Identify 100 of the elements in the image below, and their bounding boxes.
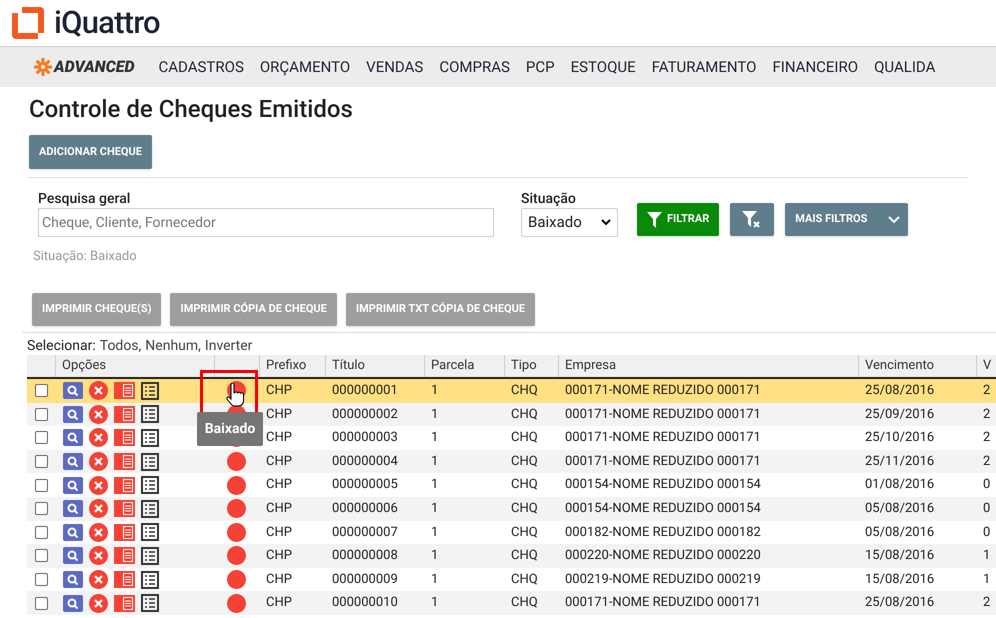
table-cell: CHQ [511, 477, 538, 492]
row-checkbox[interactable] [34, 408, 48, 421]
table-row[interactable]: CHP 000000008 1 CHQ 000220-NOME REDUZIDO 000220 15/08/2016 1 [27, 544, 996, 568]
select-link[interactable]: Inverter [204, 337, 252, 355]
add-check-button[interactable]: ADICIONAR CHEQUE [29, 135, 152, 169]
search-icon[interactable] [63, 429, 83, 446]
table-cell: 000000010 [332, 595, 398, 610]
gear-icon [34, 58, 52, 76]
table-cell: CHP [266, 524, 292, 540]
table-cell: 25/08/2016 [865, 383, 934, 398]
search-icon[interactable] [63, 524, 83, 541]
nav-link[interactable]: COMPRAS [439, 56, 510, 78]
document-icon[interactable] [114, 453, 135, 470]
table-cell: CHQ [511, 572, 538, 587]
document-icon[interactable] [114, 524, 135, 541]
close-icon[interactable] [89, 452, 108, 472]
list-icon[interactable] [141, 405, 159, 424]
table-row[interactable]: CHP 000000009 1 CHQ 000219-NOME REDUZIDO 000219 15/08/2016 1 [27, 568, 996, 592]
nav-link[interactable]: PCP [526, 56, 555, 78]
table-cell: 000171-NOME REDUZIDO 000171 [565, 383, 761, 398]
table-row[interactable]: CHP 000000004 1 CHQ 000171-NOME REDUZIDO 000171 25/11/2016 2 [27, 450, 996, 474]
document-icon[interactable] [114, 476, 135, 494]
filter-clear-icon [742, 210, 762, 228]
clear-filter-button[interactable] [730, 203, 774, 236]
nav-link[interactable]: ORÇAMENTO [260, 56, 350, 78]
list-icon[interactable] [141, 382, 159, 400]
search-icon[interactable] [63, 476, 83, 494]
nav-link[interactable]: QUALIDA [874, 56, 936, 78]
column-header: Tipo [510, 357, 537, 376]
close-icon[interactable] [89, 570, 108, 590]
table-cell: 1 [431, 430, 438, 446]
row-checkbox[interactable] [34, 384, 48, 398]
close-icon[interactable] [89, 594, 108, 613]
row-checkbox[interactable] [34, 596, 48, 610]
search-icon[interactable] [63, 571, 83, 588]
document-icon[interactable] [114, 406, 135, 423]
document-icon[interactable] [114, 500, 135, 518]
table-row[interactable]: CHP 000000006 1 CHQ 000154-NOME REDUZIDO 000154 05/08/2016 0 [27, 496, 996, 521]
close-icon[interactable] [89, 476, 108, 495]
table-cell: 000000007 [332, 524, 398, 540]
close-icon[interactable] [89, 404, 108, 424]
table-cell: CHP [266, 501, 292, 516]
list-icon[interactable] [141, 594, 159, 612]
document-icon[interactable] [114, 382, 135, 400]
list-icon[interactable] [141, 523, 159, 542]
tooltip: Baixado [197, 412, 263, 446]
list-icon[interactable] [141, 452, 159, 471]
table-cell: CHQ [511, 595, 538, 610]
situation-select[interactable]: Baixado [521, 208, 618, 237]
table-cell: 01/08/2016 [865, 477, 934, 492]
search-icon[interactable] [63, 594, 83, 612]
row-checkbox[interactable] [34, 526, 48, 539]
nav-link[interactable]: ESTOQUE [570, 56, 636, 78]
row-checkbox[interactable] [34, 573, 48, 586]
table-cell: 000000006 [332, 501, 398, 516]
table-row[interactable]: CHP 000000001 1 CHQ 000171-NOME REDUZIDO 000171 25/08/2016 2 [27, 379, 996, 403]
table-cell: 1 [431, 524, 438, 540]
list-icon[interactable] [141, 428, 159, 447]
list-icon[interactable] [141, 546, 159, 565]
search-icon[interactable] [63, 500, 83, 518]
table-row[interactable]: CHP 000000010 1 CHQ 000171-NOME REDUZIDO 000171 25/08/2016 2 [27, 591, 996, 615]
filter-button[interactable]: FILTRAR [637, 203, 720, 236]
table-cell: 000154-NOME REDUZIDO 000154 [565, 477, 761, 492]
select-label: Selecionar: [27, 337, 96, 355]
search-field[interactable]: Cheque, Cliente, Fornecedor [38, 208, 494, 237]
nav-link[interactable]: CADASTROS [158, 56, 244, 78]
search-icon[interactable] [63, 382, 83, 400]
row-checkbox[interactable] [34, 431, 48, 444]
brand-label: ADVANCED [54, 56, 134, 78]
table-row[interactable]: CHP 000000007 1 CHQ 000182-NOME REDUZIDO 000182 05/08/2016 0 [27, 520, 996, 544]
select-link[interactable]: Todos, [100, 337, 142, 355]
search-icon[interactable] [63, 453, 83, 470]
search-icon[interactable] [63, 406, 83, 423]
close-icon[interactable] [89, 522, 108, 542]
row-checkbox[interactable] [34, 455, 48, 468]
column-header: Título [331, 357, 365, 376]
select-link[interactable]: Nenhum, [145, 337, 201, 355]
table-cell: CHQ [511, 383, 538, 398]
document-icon[interactable] [114, 571, 135, 588]
list-icon[interactable] [141, 500, 159, 518]
row-checkbox[interactable] [34, 478, 48, 492]
list-icon[interactable] [141, 476, 159, 494]
close-icon[interactable] [89, 428, 108, 448]
nav-link[interactable]: VENDAS [366, 56, 424, 78]
table-cell: CHP [266, 477, 292, 492]
document-icon[interactable] [114, 594, 135, 612]
list-icon[interactable] [141, 570, 159, 589]
row-checkbox[interactable] [34, 502, 48, 516]
more-filters-button[interactable]: MAIS FILTROS [785, 203, 908, 236]
search-icon[interactable] [63, 547, 83, 564]
close-icon[interactable] [89, 499, 108, 518]
table-cell: CHP [266, 430, 292, 446]
close-icon[interactable] [89, 381, 108, 400]
document-icon[interactable] [114, 547, 135, 564]
nav-link[interactable]: FATURAMENTO [652, 56, 756, 78]
close-icon[interactable] [89, 546, 108, 566]
table-cell: 15/08/2016 [865, 548, 934, 564]
row-checkbox[interactable] [34, 549, 48, 562]
nav-link[interactable]: FINANCEIRO [772, 56, 858, 78]
document-icon[interactable] [114, 429, 135, 446]
